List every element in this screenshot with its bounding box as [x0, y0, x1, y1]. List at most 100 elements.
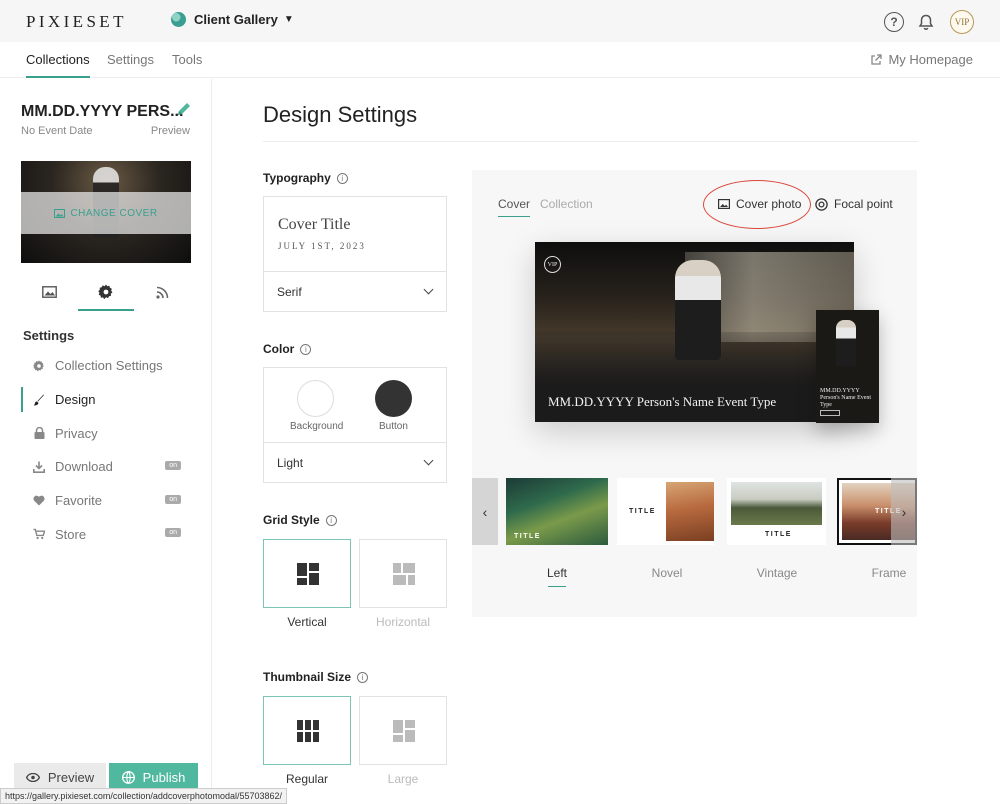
- help-icon[interactable]: ?: [884, 12, 904, 32]
- carousel-next-button[interactable]: ›: [891, 478, 917, 545]
- tab-photos[interactable]: [21, 274, 78, 310]
- my-homepage-link[interactable]: My Homepage: [870, 52, 973, 67]
- cover-photo-button[interactable]: Cover photo: [718, 197, 801, 211]
- status-badge: on: [165, 461, 181, 471]
- download-icon: [33, 461, 45, 473]
- external-link-icon: [871, 53, 883, 65]
- sidebar-item-label: Design: [55, 392, 96, 408]
- tab-cover[interactable]: Cover: [498, 197, 531, 217]
- cover-style-novel[interactable]: TITLE: [617, 478, 714, 545]
- style-card-title: TITLE: [765, 531, 792, 538]
- settings-heading: Settings: [23, 328, 75, 343]
- cover-thumbnail[interactable]: CHANGE COVER: [21, 161, 191, 263]
- tab-tools[interactable]: Tools: [172, 52, 202, 67]
- cover-title-sample: Cover Title: [278, 216, 351, 233]
- sidebar-preview-link[interactable]: Preview: [151, 125, 190, 137]
- button-label: Button: [379, 421, 408, 432]
- mobile-cover-button: [820, 410, 840, 416]
- tab-settings[interactable]: Settings: [107, 52, 154, 67]
- color-heading: Color i: [263, 342, 312, 356]
- cover-style-left[interactable]: TITLE: [506, 478, 608, 545]
- color-box: Background Button Light: [263, 367, 447, 483]
- mobile-cover-preview: MM.DD.YYYY Person's Name Event Type: [816, 310, 879, 423]
- tab-design-settings[interactable]: [77, 274, 135, 311]
- sidebar-item-design[interactable]: Design: [21, 383, 191, 417]
- info-icon[interactable]: i: [300, 343, 312, 355]
- cover-preview-panel: Cover Collection Cover photo Focal point…: [472, 170, 917, 617]
- sub-nav: Collections Settings Tools My Homepage: [0, 42, 1000, 78]
- cover-person: [675, 260, 721, 360]
- mobile-cover-title: MM.DD.YYYY Person's Name Event Type: [820, 388, 872, 408]
- sidebar-item-label: Store: [55, 526, 87, 542]
- grid-style-horizontal[interactable]: [359, 539, 447, 608]
- horizontal-grid-icon: [393, 563, 415, 585]
- collection-title: MM.DD.YYYY PERS...: [21, 103, 184, 120]
- sidebar-item-download[interactable]: Download on: [21, 450, 191, 484]
- thumbnail-size-heading: Thumbnail Size i: [263, 670, 369, 684]
- preview-button[interactable]: Preview: [14, 763, 106, 791]
- typography-heading: Typography i: [263, 171, 348, 185]
- status-bar-url: https://gallery.pixieset.com/collection/…: [0, 788, 288, 804]
- tab-collection[interactable]: Collection: [540, 197, 593, 211]
- publish-button[interactable]: Publish: [109, 763, 198, 791]
- button-color-swatch[interactable]: [375, 380, 412, 417]
- status-badge: on: [165, 494, 181, 504]
- cover-date-sample: JULY 1ST, 2023: [278, 241, 366, 251]
- font-select[interactable]: Serif: [264, 271, 446, 311]
- chevron-down-icon: [423, 455, 434, 466]
- pencil-icon[interactable]: [176, 101, 192, 117]
- change-cover-label: CHANGE COVER: [70, 207, 158, 219]
- typography-box: Cover Title JULY 1ST, 2023 Serif: [263, 196, 447, 312]
- style-label-left[interactable]: Left: [532, 566, 582, 587]
- cover-person: [836, 320, 856, 366]
- regular-grid-icon: [297, 720, 319, 742]
- cover-style-vintage[interactable]: TITLE: [727, 478, 826, 545]
- style-label-novel[interactable]: Novel: [642, 566, 692, 580]
- background-color-swatch[interactable]: [297, 380, 334, 417]
- image-icon: [718, 199, 730, 209]
- style-label-frame[interactable]: Frame: [864, 566, 914, 580]
- chevron-down-icon: [423, 284, 434, 295]
- thumbnail-size-regular-label: Regular: [285, 772, 329, 786]
- grid-style-heading: Grid Style i: [263, 513, 337, 527]
- lock-icon: [33, 427, 45, 440]
- style-card-photo: [666, 482, 714, 541]
- info-icon[interactable]: i: [357, 671, 369, 683]
- sidebar-item-label: Favorite: [55, 493, 102, 509]
- sidebar-item-store[interactable]: Store on: [21, 517, 191, 551]
- chevron-down-icon: ▼: [283, 14, 294, 25]
- vip-logo: VIP: [544, 256, 561, 273]
- focal-point-icon: [815, 197, 828, 211]
- client-gallery-switcher[interactable]: Client Gallery ▼: [171, 12, 294, 27]
- change-cover-button[interactable]: CHANGE COVER: [21, 192, 191, 234]
- tab-feed[interactable]: [134, 274, 191, 310]
- globe-icon: [121, 770, 135, 784]
- sidebar-item-privacy[interactable]: Privacy: [21, 416, 191, 450]
- pixieset-logo[interactable]: PIXIESET: [26, 12, 127, 32]
- globe-icon: [171, 12, 186, 27]
- avatar[interactable]: VIP: [950, 10, 974, 34]
- tab-collections[interactable]: Collections: [26, 52, 90, 78]
- info-icon[interactable]: i: [325, 514, 337, 526]
- sidebar-item-collection-settings[interactable]: Collection Settings: [21, 349, 191, 383]
- theme-select[interactable]: Light: [264, 442, 446, 482]
- typography-label: Typography: [263, 171, 331, 185]
- style-label-vintage[interactable]: Vintage: [752, 566, 802, 580]
- thumbnail-size-regular[interactable]: [263, 696, 351, 765]
- sidebar-item-favorite[interactable]: Favorite on: [21, 484, 191, 518]
- desktop-cover-title: MM.DD.YYYY Person's Name Event Type: [548, 394, 777, 409]
- title-divider: [263, 141, 918, 142]
- focal-point-button[interactable]: Focal point: [815, 197, 893, 211]
- sidebar-item-label: Download: [55, 459, 113, 475]
- gear-icon: [33, 360, 45, 372]
- bell-icon[interactable]: [916, 12, 936, 32]
- image-icon: [54, 208, 66, 218]
- status-badge: on: [165, 528, 181, 538]
- carousel-prev-button[interactable]: ‹: [472, 478, 498, 545]
- thumbnail-size-large[interactable]: [359, 696, 447, 765]
- settings-menu: Collection Settings Design Privacy Downl…: [21, 349, 191, 551]
- sidebar: MM.DD.YYYY PERS... No Event Date Preview…: [0, 79, 212, 804]
- grid-style-vertical[interactable]: [263, 539, 351, 608]
- gear-icon: [98, 284, 113, 300]
- info-icon[interactable]: i: [336, 172, 348, 184]
